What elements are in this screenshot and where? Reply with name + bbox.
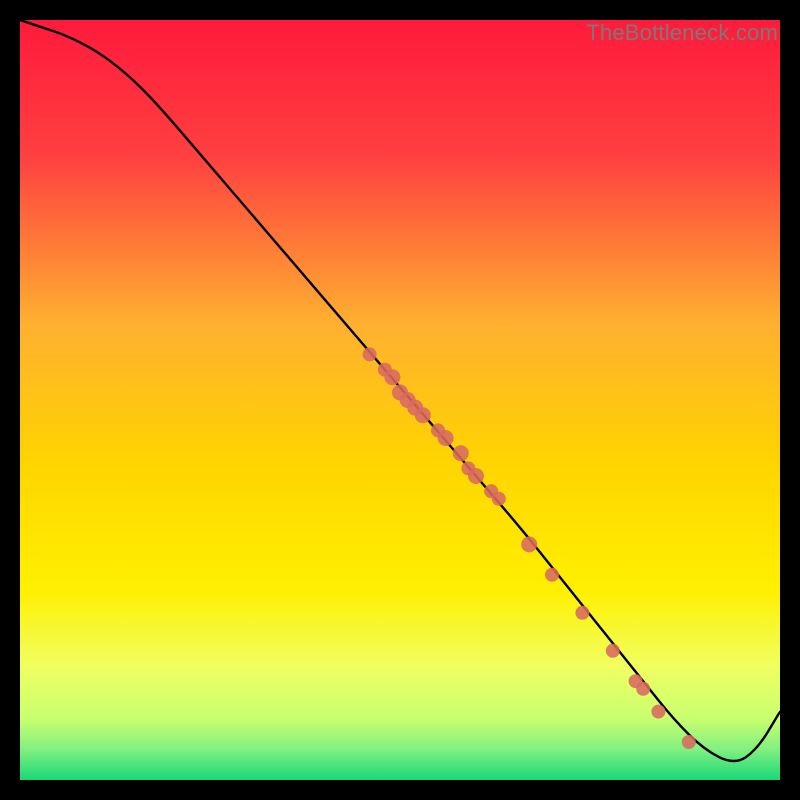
data-point — [636, 682, 650, 696]
data-point — [575, 606, 589, 620]
data-point — [384, 369, 400, 385]
data-point — [521, 536, 537, 552]
bottleneck-chart — [20, 20, 780, 780]
data-point — [415, 407, 431, 423]
data-point — [682, 735, 696, 749]
data-point — [363, 347, 377, 361]
data-point — [438, 430, 454, 446]
data-point — [453, 445, 469, 461]
data-point — [468, 468, 484, 484]
data-point — [545, 568, 559, 582]
watermark-text: TheBottleneck.com — [586, 20, 778, 46]
chart-frame: TheBottleneck.com — [20, 20, 780, 780]
data-point — [492, 492, 506, 506]
data-point — [651, 705, 665, 719]
data-point — [606, 644, 620, 658]
